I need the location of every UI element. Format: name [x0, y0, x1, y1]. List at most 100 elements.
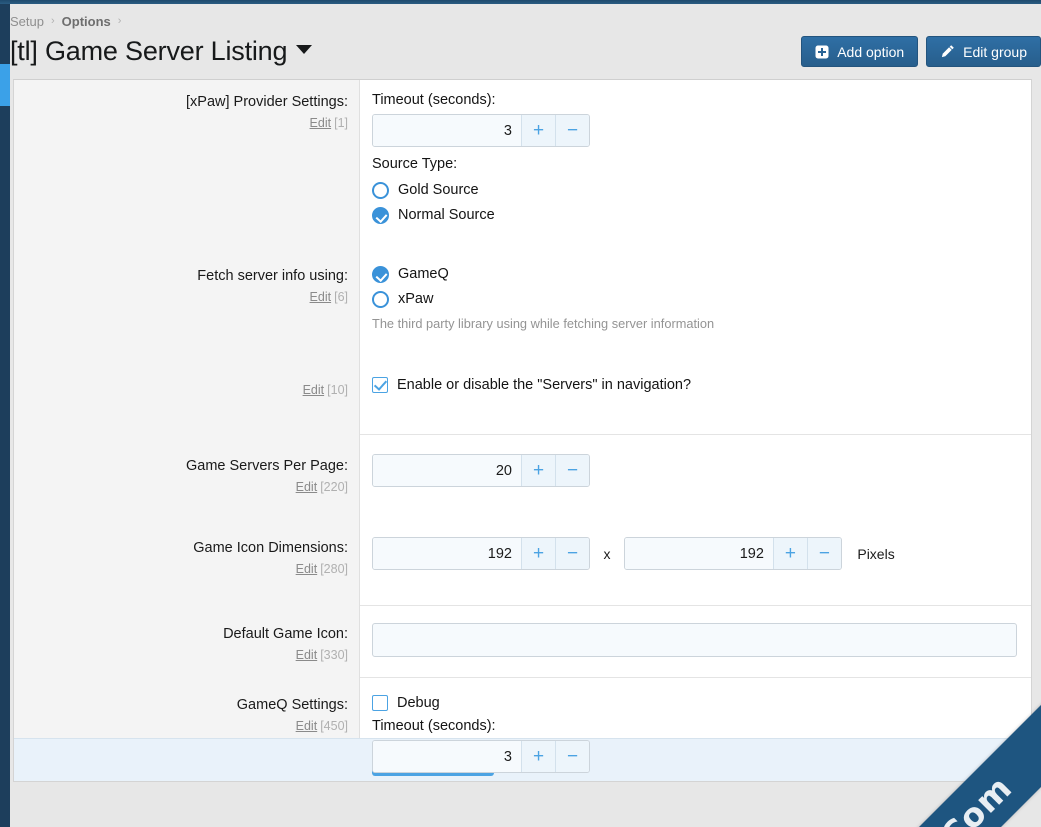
icon-height-input[interactable] [624, 538, 773, 569]
breadcrumb-item-setup[interactable]: Setup [10, 14, 44, 29]
option-label: Game Servers Per Page: Edit [220] [14, 434, 360, 509]
icon-height-decrement-button[interactable]: − [806, 538, 841, 569]
chevron-down-icon[interactable] [296, 45, 313, 54]
timeout-increment-button[interactable]: + [521, 115, 555, 146]
timeout-input[interactable] [373, 115, 521, 146]
breadcrumb-separator-icon: › [50, 15, 55, 27]
option-label: Edit [10] [14, 367, 360, 412]
edit-link[interactable]: Edit [296, 648, 318, 662]
edit-link[interactable]: Edit [303, 383, 325, 397]
left-rail-active-indicator [0, 64, 10, 106]
gameq-timeout-decrement-button[interactable]: − [555, 741, 589, 772]
checkbox-debug[interactable]: Debug [372, 694, 1017, 712]
servers-per-page-increment-button[interactable]: + [521, 455, 555, 486]
options-panel: [xPaw] Provider Settings: Edit [1] Timeou… [13, 79, 1032, 782]
icon-width-decrement-button[interactable]: − [555, 538, 589, 569]
option-row-enable-servers-nav: Edit [10] Enable or disable the "Servers"… [14, 367, 1031, 412]
dimension-separator: x [603, 545, 611, 562]
edit-link[interactable]: Edit [310, 116, 332, 130]
option-edit-line: Edit [1] [24, 113, 348, 133]
plus-square-icon [815, 45, 829, 59]
edit-link[interactable]: Edit [296, 480, 318, 494]
option-content [360, 605, 1031, 676]
option-row-game-servers-per-page: Game Servers Per Page: Edit[220] + − [14, 434, 1031, 509]
gameq-timeout-hint: Amount of time in seconds before a serve… [372, 779, 1017, 781]
radio-checked-icon[interactable] [372, 206, 389, 224]
radio-checked-icon[interactable] [372, 265, 389, 283]
option-content: Debug Timeout (seconds): + − Amount of t… [360, 677, 1031, 781]
page-header: [tl] Game Server Listing Add option Edit… [10, 32, 1041, 74]
edit-group-label: Edit group [963, 43, 1027, 60]
page-title[interactable]: [tl] Game Server Listing [10, 32, 313, 70]
timeout-stepper[interactable]: + − [372, 114, 590, 147]
option-edit-line: Edit [220] [24, 477, 348, 497]
header-actions: Add option Edit group [801, 36, 1041, 67]
icon-width-increment-button[interactable]: + [521, 538, 555, 569]
option-label-text: Game Icon Dimensions: [193, 540, 348, 556]
option-content: GameQ xPaw The third party library using… [360, 254, 1031, 343]
breadcrumb-separator-icon: › [117, 15, 122, 27]
timeout-decrement-button[interactable]: − [555, 115, 589, 146]
option-index: [6] [334, 290, 348, 304]
radio-gold-source[interactable]: Gold Source [372, 181, 1017, 199]
option-content: Timeout (seconds): + − Source Type: Gold… [360, 80, 1031, 242]
gameq-timeout-increment-button[interactable]: + [521, 741, 555, 772]
radio-normal-source[interactable]: Normal Source [372, 206, 1017, 224]
checkbox-checked-icon[interactable] [372, 377, 388, 393]
top-border [0, 0, 1041, 4]
checkbox-icon[interactable] [372, 695, 388, 711]
page-title-text: [tl] Game Server Listing [10, 36, 288, 66]
checkbox-debug-label: Debug [397, 695, 440, 711]
option-edit-line: Edit [450] [24, 716, 348, 736]
icon-width-stepper[interactable]: + − [372, 537, 590, 570]
option-index: [280] [320, 562, 348, 576]
edit-link[interactable]: Edit [310, 290, 332, 304]
servers-per-page-stepper[interactable]: + − [372, 454, 590, 487]
edit-link[interactable]: Edit [296, 719, 318, 733]
option-label: GameQ Settings: Edit [450] [14, 677, 360, 748]
option-edit-line: Edit [330] [24, 645, 348, 665]
servers-per-page-decrement-button[interactable]: − [555, 455, 589, 486]
left-rail [0, 0, 10, 827]
option-index: [220] [320, 480, 348, 494]
add-option-button[interactable]: Add option [801, 36, 919, 67]
option-content: + − [360, 434, 1031, 507]
icon-width-input[interactable] [373, 538, 521, 569]
option-label: Game Icon Dimensions: Edit [280] [14, 525, 360, 591]
checkbox-enable-servers-nav[interactable]: Enable or disable the "Servers" in navig… [372, 376, 1017, 394]
breadcrumb-item-options[interactable]: Options [62, 14, 111, 29]
radio-icon[interactable] [372, 290, 389, 308]
option-index: [450] [320, 719, 348, 733]
radio-icon[interactable] [372, 181, 389, 199]
option-label-text: GameQ Settings: [236, 697, 348, 713]
option-label: [xPaw] Provider Settings: Edit [1] [14, 80, 360, 145]
option-row-default-game-icon: Default Game Icon: Edit [330] [14, 605, 1031, 677]
gameq-timeout-stepper[interactable]: + − [372, 740, 590, 773]
fetch-server-info-hint: The third party library using while fetc… [372, 316, 715, 331]
option-rows: [xPaw] Provider Settings: Edit [1] Timeou… [14, 80, 1031, 781]
radio-normal-source-label: Normal Source [398, 207, 495, 223]
icon-height-stepper[interactable]: + − [623, 537, 842, 570]
pencil-icon [940, 44, 955, 59]
gameq-timeout-input[interactable] [373, 741, 521, 772]
timeout-field-title: Timeout (seconds): [372, 92, 496, 108]
app-root: Setup › Options › [tl] Game Server Listi… [0, 0, 1041, 827]
option-label-text: Default Game Icon: [223, 626, 348, 642]
option-index: [1] [334, 116, 348, 130]
option-index: [330] [320, 648, 348, 662]
icon-height-increment-button[interactable]: + [772, 538, 807, 569]
gameq-timeout-title: Timeout (seconds): [372, 718, 496, 734]
source-type-title: Source Type: [372, 156, 458, 172]
edit-link[interactable]: Edit [296, 562, 318, 576]
radio-gameq-label: GameQ [398, 266, 449, 282]
radio-xpaw-label: xPaw [398, 291, 434, 307]
radio-gameq[interactable]: GameQ [372, 265, 1017, 283]
radio-xpaw[interactable]: xPaw [372, 290, 1017, 308]
option-row-fetch-server-info: Fetch server info using: Edit [6] GameQ x… [14, 254, 1031, 343]
option-content: Enable or disable the "Servers" in navig… [360, 367, 1031, 405]
option-label-text: Game Servers Per Page: [186, 458, 348, 474]
option-label-text: [xPaw] Provider Settings: [186, 94, 348, 110]
servers-per-page-input[interactable] [373, 455, 521, 486]
edit-group-button[interactable]: Edit group [926, 36, 1041, 67]
default-game-icon-input[interactable] [372, 623, 1017, 657]
